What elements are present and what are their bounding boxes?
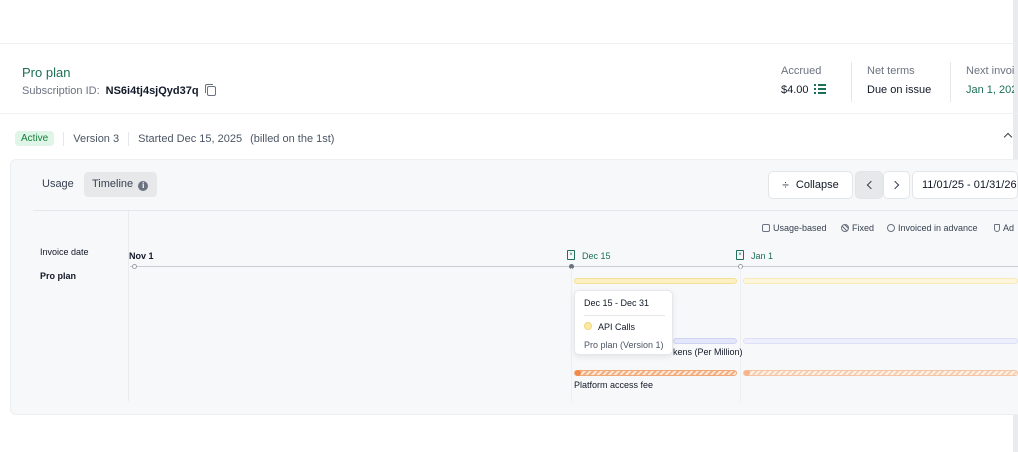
chevron-right-icon — [890, 180, 900, 190]
accrued-stat: Accrued $4.00 — [781, 65, 826, 96]
prev-button[interactable] — [855, 171, 883, 199]
status-row: Active Version 3 Started Dec 15, 2025 (b… — [15, 131, 334, 146]
plan-title: Pro plan — [22, 65, 71, 80]
tokens-bar[interactable] — [673, 338, 737, 344]
legend-extra-icon — [994, 224, 1000, 232]
plan-row-label: Pro plan — [40, 271, 77, 281]
header-divider — [0, 43, 1018, 44]
legend-fixed-label: Fixed — [852, 223, 875, 233]
platform-fee-start-dot — [575, 370, 581, 376]
copy-icon[interactable] — [204, 84, 216, 96]
date-dec15: Dec 15 — [582, 251, 611, 261]
net-terms-label: Net terms — [867, 65, 915, 77]
invoice-icon[interactable]: × — [736, 250, 744, 260]
subscription-id: NS6i4tj4sjQyd37q — [105, 85, 199, 97]
chevron-left-icon — [866, 180, 875, 190]
tooltip: Dec 15 - Dec 31 API Calls Pro plan (Vers… — [574, 290, 673, 355]
collapse-icon: ÷ — [782, 178, 789, 192]
date-range-value: 11/01/25 - 01/31/26 — [922, 179, 1017, 191]
subscription-label: Subscription ID: — [22, 85, 100, 97]
tab-usage[interactable]: Usage — [34, 172, 82, 197]
invoice-date-row-label: Invoice date — [40, 247, 89, 257]
started-label: Started Dec 15, 2025 — [138, 132, 243, 145]
divider — [128, 131, 130, 146]
accrued-label: Accrued — [781, 65, 822, 77]
version-label: Version 3 — [73, 132, 120, 145]
billed-label: (billed on the 1st) — [250, 132, 335, 145]
collapse-section-icon[interactable] — [1003, 132, 1013, 142]
axis-tick-nov1 — [132, 264, 137, 269]
timeline-gridline — [740, 268, 741, 403]
fixed-icon — [841, 224, 849, 232]
next-invoice-stat: Next invoi Jan 1, 202 — [966, 65, 1014, 96]
next-button[interactable] — [883, 171, 910, 199]
tokens-bar-next[interactable] — [743, 338, 1018, 344]
platform-fee-bar-next[interactable] — [743, 370, 1018, 376]
timeline-gridline — [571, 268, 572, 403]
platform-fee-bar[interactable] — [574, 370, 737, 376]
list-icon[interactable] — [813, 84, 826, 94]
net-terms-stat: Net terms Due on issue — [867, 65, 931, 96]
divider — [63, 131, 65, 146]
timeline-header-divider — [33, 210, 1018, 211]
tooltip-plan: Pro plan (Version 1) — [584, 340, 664, 350]
date-range-picker[interactable]: 11/01/25 - 01/31/26 — [912, 171, 1018, 199]
invoiced-in-advance-icon — [887, 224, 895, 232]
tab-timeline-label: Timeline — [92, 178, 134, 190]
legend-fixed: Fixed — [841, 223, 874, 233]
accrued-value: $4.00 — [781, 84, 809, 96]
api-calls-bar-next[interactable] — [743, 278, 1018, 284]
collapse-label: Collapse — [795, 179, 839, 191]
date-jan1: Jan 1 — [751, 251, 774, 261]
invoice-icon[interactable]: × — [567, 250, 575, 260]
legend-extra-label: Ad — [1002, 223, 1014, 233]
api-calls-bar[interactable] — [574, 278, 737, 284]
legend-invoiced-in-advance: Invoiced in advance — [887, 223, 978, 233]
tooltip-item-name: API Calls — [598, 322, 636, 332]
platform-fee-next-dot — [744, 370, 750, 376]
legend-usage-based: Usage-based — [762, 223, 827, 233]
legend-extra: Ad — [994, 223, 1014, 233]
legend-invoiced-in-advance-label: Invoiced in advance — [898, 223, 978, 233]
timeline-axis — [130, 266, 1018, 267]
tooltip-divider — [584, 315, 665, 316]
timeline-row-divider — [128, 211, 129, 401]
net-terms-value: Due on issue — [867, 84, 932, 96]
subscription-row: Subscription ID: NS6i4tj4sjQyd37q — [22, 84, 216, 97]
tab-timeline[interactable]: Timeline i — [84, 172, 157, 197]
section-divider — [0, 113, 1018, 114]
date-nov1: Nov 1 — [129, 251, 154, 261]
tooltip-range: Dec 15 - Dec 31 — [584, 298, 650, 308]
usage-based-icon — [762, 224, 770, 232]
collapse-button[interactable]: ÷ Collapse — [768, 171, 853, 199]
platform-fee-label: Platform access fee — [574, 380, 654, 390]
legend-usage-based-label: Usage-based — [773, 223, 827, 233]
tokens-bar-label: kens (Per Million) — [673, 347, 743, 357]
stat-divider — [851, 62, 852, 102]
next-invoice-label: Next invoi — [966, 65, 1014, 77]
status-badge: Active — [15, 131, 55, 146]
info-icon: i — [138, 181, 149, 191]
stat-divider — [950, 62, 951, 102]
tooltip-swatch — [584, 322, 592, 330]
next-invoice-value[interactable]: Jan 1, 202 — [966, 84, 1014, 96]
